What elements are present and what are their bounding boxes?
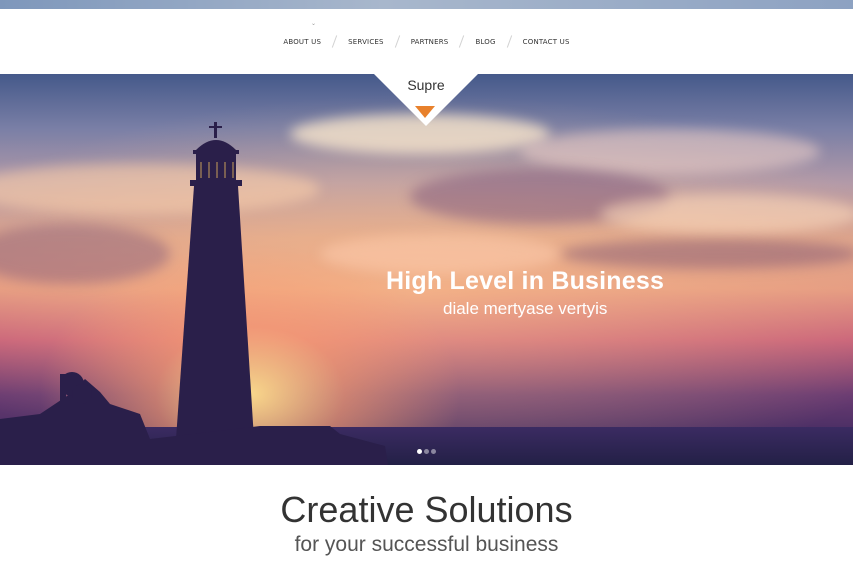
nav-menu: ABOUT US SERVICES PARTNERS BLOG CONTACT …: [0, 35, 853, 48]
hero-slider: High Level in Business diale mertyase ve…: [0, 74, 853, 465]
nav-divider: [459, 35, 465, 48]
nav-item-contact-us[interactable]: CONTACT US: [523, 38, 570, 46]
nav-item-blog[interactable]: BLOG: [475, 38, 495, 46]
nav-item-about-us[interactable]: ABOUT US: [283, 38, 321, 46]
intro-subtitle: for your successful business: [294, 533, 559, 556]
nav-divider: [506, 35, 512, 48]
intro-title: Creative Solutions: [280, 489, 573, 530]
nav-divider: [394, 35, 400, 48]
nav-divider: [331, 35, 338, 48]
slider-dot[interactable]: [424, 449, 429, 454]
nav-item-partners[interactable]: PARTNERS: [411, 38, 449, 46]
slider-pagination: [417, 449, 436, 454]
slider-dot[interactable]: [431, 449, 436, 454]
top-banner-strip: [0, 0, 853, 9]
nav-item-services[interactable]: SERVICES: [348, 38, 384, 46]
chevron-down-icon: ⌄: [311, 20, 317, 27]
slider-dot[interactable]: [417, 449, 422, 454]
hero-title: High Level in Business: [386, 267, 665, 295]
main-navigation: ⌄ ABOUT US SERVICES PARTNERS BLOG CONTAC…: [0, 9, 853, 74]
logo-text[interactable]: Supre: [374, 77, 478, 93]
hero-subtitle: diale mertyase vertyis: [443, 299, 608, 318]
